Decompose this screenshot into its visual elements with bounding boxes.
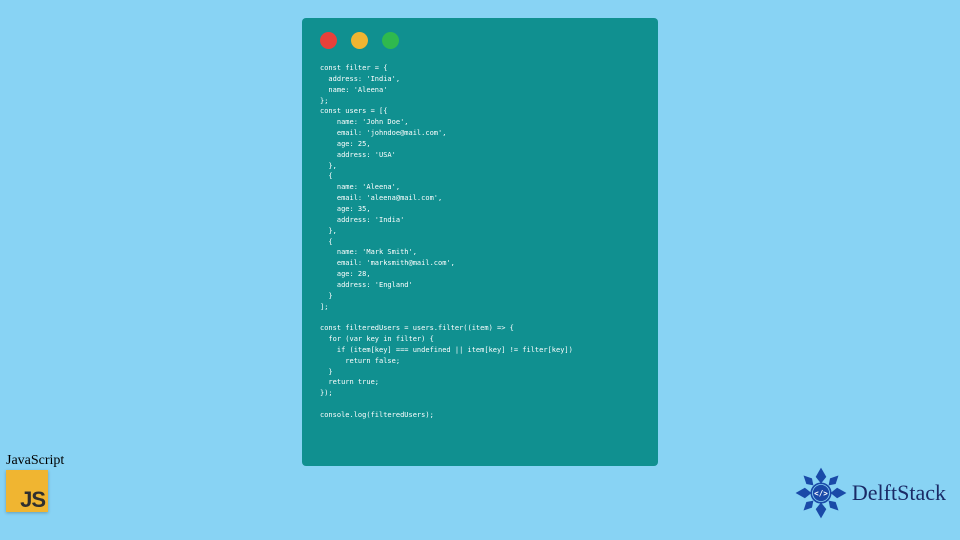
javascript-label: JavaScript xyxy=(6,453,64,469)
maximize-icon xyxy=(382,32,399,49)
delftstack-logo: </> </> DelftStack xyxy=(794,466,946,520)
window-traffic-lights xyxy=(320,32,640,49)
delftstack-name: DelftStack xyxy=(852,480,946,506)
delftstack-ornament-icon: </> </> xyxy=(794,466,848,520)
svg-text:</>: </> xyxy=(814,489,828,498)
close-icon xyxy=(320,32,337,49)
code-window: const filter = { address: 'India', name:… xyxy=(302,18,658,466)
javascript-logo-icon xyxy=(6,470,48,512)
minimize-icon xyxy=(351,32,368,49)
code-block: const filter = { address: 'India', name:… xyxy=(320,63,640,421)
javascript-badge: JavaScript xyxy=(6,453,64,512)
